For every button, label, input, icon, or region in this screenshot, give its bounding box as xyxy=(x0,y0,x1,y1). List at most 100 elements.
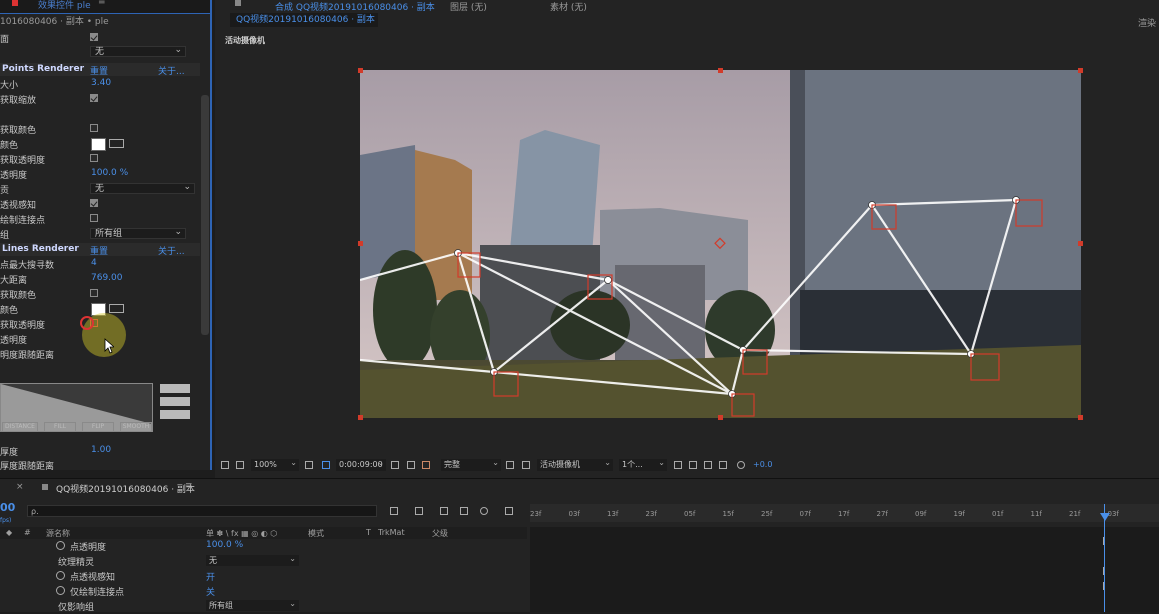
close-icon[interactable]: × xyxy=(16,482,24,492)
tab-footage[interactable]: 素材 (无) xyxy=(550,0,587,13)
value-scrub[interactable]: 100.0 % xyxy=(91,168,128,178)
curve-preset-1[interactable] xyxy=(160,384,190,393)
toggle-pixel-aspect-icon[interactable] xyxy=(674,461,682,469)
ruler-tick-label: 09f xyxy=(915,510,927,518)
checkbox[interactable] xyxy=(90,33,98,41)
distance-button[interactable]: DISTANCE xyxy=(2,422,38,432)
view-layout-select[interactable]: 1个... xyxy=(619,457,667,471)
reset-exposure-icon[interactable] xyxy=(737,461,745,469)
transform-handle[interactable] xyxy=(1078,241,1083,246)
transform-handle[interactable] xyxy=(358,241,363,246)
panel-menu-icon[interactable]: ≡ xyxy=(185,481,193,491)
region-of-interest-icon[interactable] xyxy=(506,461,514,469)
transparency-grid-icon[interactable] xyxy=(522,461,530,469)
points-renderer-header[interactable]: Points Renderer 重置 关于... xyxy=(0,63,200,77)
current-time[interactable]: 0:00:09:00 xyxy=(336,457,386,471)
timeline-search-input[interactable]: ρ. xyxy=(27,505,377,517)
transform-handle[interactable] xyxy=(718,68,723,73)
property-dropdown[interactable]: 所有组 xyxy=(206,598,299,611)
tab-layer[interactable]: 图层 (无) xyxy=(450,0,487,13)
value-scrub[interactable]: 1.00 xyxy=(91,445,111,455)
property-value[interactable]: 关 xyxy=(206,585,215,598)
timeline-column-header: ◆ # 源名称 单 ✽ \ fx ▦ ◎ ◐ ⬡ 模式 T TrkMat 父级 xyxy=(0,527,527,539)
playhead-handle[interactable] xyxy=(1100,513,1110,521)
checkbox[interactable] xyxy=(90,199,98,207)
timeline-property-row[interactable]: 纹理精灵无 xyxy=(0,553,527,569)
comp-mini-flowchart-icon[interactable] xyxy=(390,507,398,515)
shy-icon[interactable] xyxy=(440,507,448,515)
draft-3d-icon[interactable] xyxy=(415,507,423,515)
smooth-button[interactable]: SMOOTH xyxy=(120,422,152,432)
checkbox[interactable] xyxy=(90,289,98,297)
tab-composition[interactable]: 合成 QQ视频20191016080406 · 副本 xyxy=(275,0,435,13)
exposure-value[interactable]: +0.0 xyxy=(753,460,772,469)
source-name-column[interactable]: 源名称 xyxy=(46,528,70,539)
resolution-select[interactable]: 完整 xyxy=(441,457,501,471)
fast-preview-icon[interactable] xyxy=(689,461,697,469)
timeline-property-row[interactable]: 点透明度 100.0 % xyxy=(0,539,527,554)
checkbox[interactable] xyxy=(90,154,98,162)
timeline-property-row[interactable]: 仅影响组 所有组 xyxy=(0,598,527,614)
close-icon[interactable] xyxy=(12,0,18,6)
always-preview-icon[interactable] xyxy=(221,461,229,469)
timeline-tab[interactable]: QQ视频20191016080406 · 副本 xyxy=(56,482,195,495)
show-snapshot-icon[interactable] xyxy=(407,461,415,469)
motion-blur-icon[interactable] xyxy=(480,507,488,515)
camera-select[interactable]: 活动摄像机 xyxy=(537,457,613,471)
ruler-tick-label: 21f xyxy=(1069,510,1081,518)
property-dropdown[interactable]: 无 xyxy=(206,553,299,566)
keyframe-track-area[interactable] xyxy=(530,527,1159,612)
eyedropper-icon[interactable] xyxy=(109,304,124,313)
timeline-property-row[interactable]: 仅绘制连接点关 xyxy=(0,584,527,599)
lock-icon[interactable] xyxy=(235,0,241,6)
frame-blending-icon[interactable] xyxy=(460,507,468,515)
checkbox[interactable] xyxy=(90,94,98,102)
comp-name-tab[interactable]: QQ视频20191016080406 · 副本 xyxy=(230,13,378,27)
checkbox[interactable] xyxy=(90,124,98,132)
about-link[interactable]: 关于... xyxy=(158,244,185,257)
reset-link[interactable]: 重置 xyxy=(90,244,108,257)
timeline-icon[interactable] xyxy=(704,461,712,469)
stopwatch-icon[interactable] xyxy=(56,571,65,580)
color-swatch[interactable] xyxy=(91,138,106,151)
snapshot-icon[interactable] xyxy=(391,461,399,469)
fit-icon[interactable] xyxy=(305,461,313,469)
curve-preset-2[interactable] xyxy=(160,397,190,406)
panel-scrollbar[interactable] xyxy=(201,95,209,335)
dropdown[interactable]: 无 xyxy=(90,45,186,57)
timeline-current-time[interactable]: 00 xyxy=(0,501,15,514)
transform-handle[interactable] xyxy=(1078,68,1083,73)
transform-handle[interactable] xyxy=(1078,415,1083,420)
property-value[interactable]: 开 xyxy=(206,570,215,583)
channel-icon[interactable] xyxy=(422,461,430,469)
timeline-property-row[interactable]: 点透视感知开 xyxy=(0,569,527,584)
mask-visibility-icon[interactable] xyxy=(322,461,330,469)
panel-menu-icon[interactable]: ≡ xyxy=(98,0,106,7)
stopwatch-icon[interactable] xyxy=(56,586,65,595)
property-value[interactable]: 100.0 % xyxy=(206,540,243,550)
lines-renderer-header[interactable]: Lines Renderer 重置 关于... xyxy=(0,243,200,257)
composition-canvas[interactable] xyxy=(360,70,1081,418)
eyedropper-icon[interactable] xyxy=(109,139,124,148)
dropdown[interactable]: 无 xyxy=(90,182,195,194)
transform-handle[interactable] xyxy=(718,415,723,420)
flowchart-icon[interactable] xyxy=(719,461,727,469)
reset-link[interactable]: 重置 xyxy=(90,64,108,77)
checkbox[interactable] xyxy=(90,214,98,222)
flip-button[interactable]: FLIP xyxy=(82,422,114,432)
transform-handle[interactable] xyxy=(358,415,363,420)
zoom-select[interactable]: 100% xyxy=(251,457,299,471)
value-scrub[interactable]: 769.00 xyxy=(91,273,123,283)
value-scrub[interactable]: 4 xyxy=(91,258,97,268)
fill-button[interactable]: FILL xyxy=(44,422,76,432)
value-scrub[interactable]: 3.40 xyxy=(91,78,111,88)
effect-controls-tab[interactable]: 效果控件 ple xyxy=(38,0,91,11)
about-link[interactable]: 关于... xyxy=(158,64,185,77)
transform-handle[interactable] xyxy=(358,68,363,73)
dropdown[interactable]: 所有组 xyxy=(90,227,186,239)
curve-preset-3[interactable] xyxy=(160,410,190,419)
time-ruler[interactable]: 23f 03f 13f 23f 05f 15f 25f 07f 17f 27f 09f 19f 01f 1… xyxy=(530,504,1159,522)
monitor-icon[interactable] xyxy=(236,461,244,469)
graph-editor-icon[interactable] xyxy=(505,507,513,515)
stopwatch-icon[interactable] xyxy=(56,541,65,550)
